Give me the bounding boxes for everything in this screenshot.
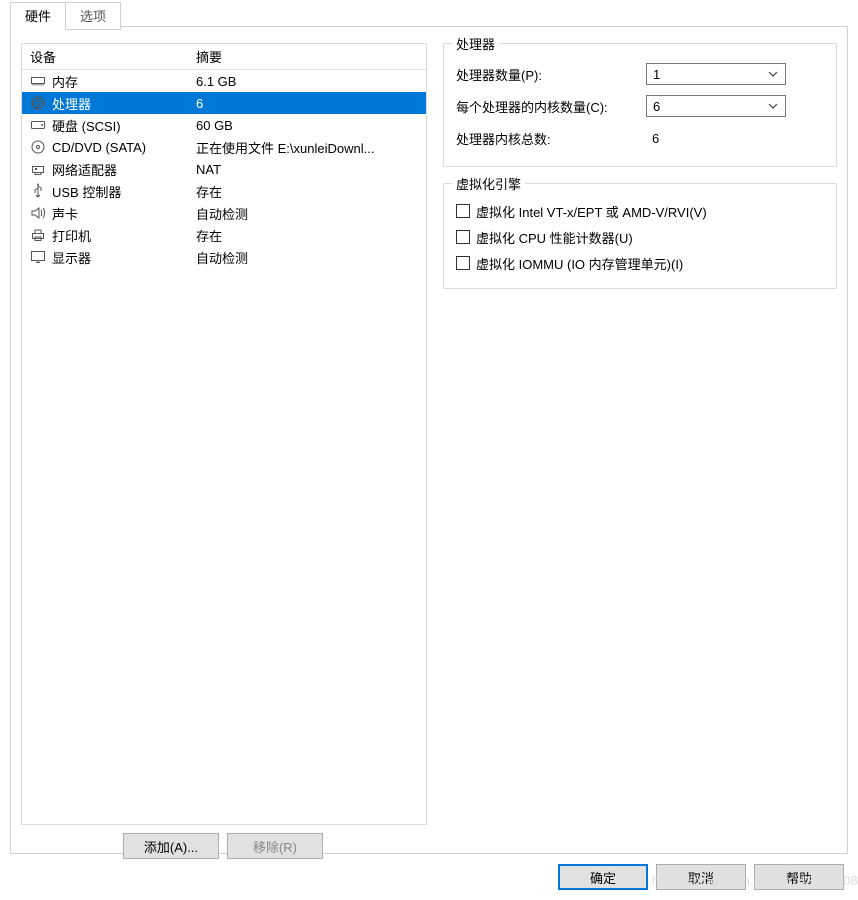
add-button[interactable]: 添加(A)... — [123, 833, 219, 859]
processor-count-value: 1 — [653, 67, 660, 82]
device-name: 内存 — [52, 72, 78, 91]
column-header-device[interactable]: 设备 — [22, 47, 196, 66]
cores-per-processor-combo[interactable]: 6 — [646, 95, 786, 117]
device-name: 处理器 — [52, 94, 91, 113]
cores-per-processor-value: 6 — [653, 99, 660, 114]
device-summary: 60 GB — [196, 118, 426, 133]
device-summary: 6 — [196, 96, 426, 111]
virtualization-legend: 虚拟化引擎 — [452, 174, 525, 193]
tab-panel: 设备 摘要 内存 6.1 GB 处理器 6 硬盘 (SCSI) 60 GB CD/DVD (… — [10, 26, 848, 854]
device-summary: 6.1 GB — [196, 74, 426, 89]
remove-button: 移除(R) — [227, 833, 323, 859]
device-summary: 存在 — [196, 226, 426, 245]
device-summary: 存在 — [196, 182, 426, 201]
ok-button[interactable]: 确定 — [558, 864, 648, 890]
disk-icon — [30, 117, 46, 133]
device-name: CD/DVD (SATA) — [52, 140, 146, 155]
display-icon — [30, 249, 46, 265]
help-button[interactable]: 帮助 — [754, 864, 844, 890]
virtualize-iommu-checkbox[interactable] — [456, 256, 470, 270]
sound-icon — [30, 205, 46, 221]
device-row[interactable]: 显示器 自动检测 — [22, 246, 426, 268]
device-summary: 自动检测 — [196, 204, 426, 223]
device-row[interactable]: 硬盘 (SCSI) 60 GB — [22, 114, 426, 136]
device-name: 显示器 — [52, 248, 91, 267]
total-cores-value: 6 — [646, 131, 824, 146]
printer-icon — [30, 227, 46, 243]
device-row[interactable]: 处理器 6 — [22, 92, 426, 114]
virtualize-cpu-counters-label: 虚拟化 CPU 性能计数器(U) — [476, 228, 633, 247]
memory-icon — [30, 73, 46, 89]
chevron-down-icon — [765, 101, 781, 111]
virtualize-vt-label: 虚拟化 Intel VT-x/EPT 或 AMD-V/RVI(V) — [476, 202, 707, 221]
device-name: USB 控制器 — [52, 182, 121, 201]
total-cores-label: 处理器内核总数: — [456, 129, 646, 148]
device-list-pane: 设备 摘要 内存 6.1 GB 处理器 6 硬盘 (SCSI) 60 GB CD/DVD (… — [21, 43, 427, 825]
device-summary: 正在使用文件 E:\xunleiDownl... — [196, 138, 426, 157]
virtualization-group: 虚拟化引擎 虚拟化 Intel VT-x/EPT 或 AMD-V/RVI(V) … — [443, 183, 837, 289]
device-row[interactable]: 打印机 存在 — [22, 224, 426, 246]
cd-icon — [30, 139, 46, 155]
processors-legend: 处理器 — [452, 34, 499, 53]
device-list-header: 设备 摘要 — [22, 44, 426, 70]
device-row[interactable]: USB 控制器 存在 — [22, 180, 426, 202]
device-row[interactable]: 声卡 自动检测 — [22, 202, 426, 224]
device-name: 声卡 — [52, 204, 78, 223]
column-header-summary[interactable]: 摘要 — [196, 47, 426, 66]
virtualize-cpu-counters-checkbox[interactable] — [456, 230, 470, 244]
tab-options[interactable]: 选项 — [65, 2, 121, 30]
tab-hardware[interactable]: 硬件 — [10, 2, 66, 30]
cpu-icon — [30, 95, 46, 111]
virtualize-vt-checkbox[interactable] — [456, 204, 470, 218]
device-row[interactable]: 网络适配器 NAT — [22, 158, 426, 180]
processor-count-combo[interactable]: 1 — [646, 63, 786, 85]
device-row[interactable]: 内存 6.1 GB — [22, 70, 426, 92]
device-name: 网络适配器 — [52, 160, 117, 179]
device-name: 硬盘 (SCSI) — [52, 116, 121, 135]
usb-icon — [30, 183, 46, 199]
processor-count-label: 处理器数量(P): — [456, 65, 646, 84]
net-icon — [30, 161, 46, 177]
cores-per-processor-label: 每个处理器的内核数量(C): — [456, 97, 646, 116]
cancel-button[interactable]: 取消 — [656, 864, 746, 890]
virtualize-iommu-label: 虚拟化 IOMMU (IO 内存管理单元)(I) — [476, 254, 683, 273]
chevron-down-icon — [765, 69, 781, 79]
device-name: 打印机 — [52, 226, 91, 245]
device-row[interactable]: CD/DVD (SATA) 正在使用文件 E:\xunleiDownl... — [22, 136, 426, 158]
device-summary: NAT — [196, 162, 426, 177]
processors-group: 处理器 处理器数量(P): 1 每个处理器的内核数量(C): 6 — [443, 43, 837, 167]
device-summary: 自动检测 — [196, 248, 426, 267]
